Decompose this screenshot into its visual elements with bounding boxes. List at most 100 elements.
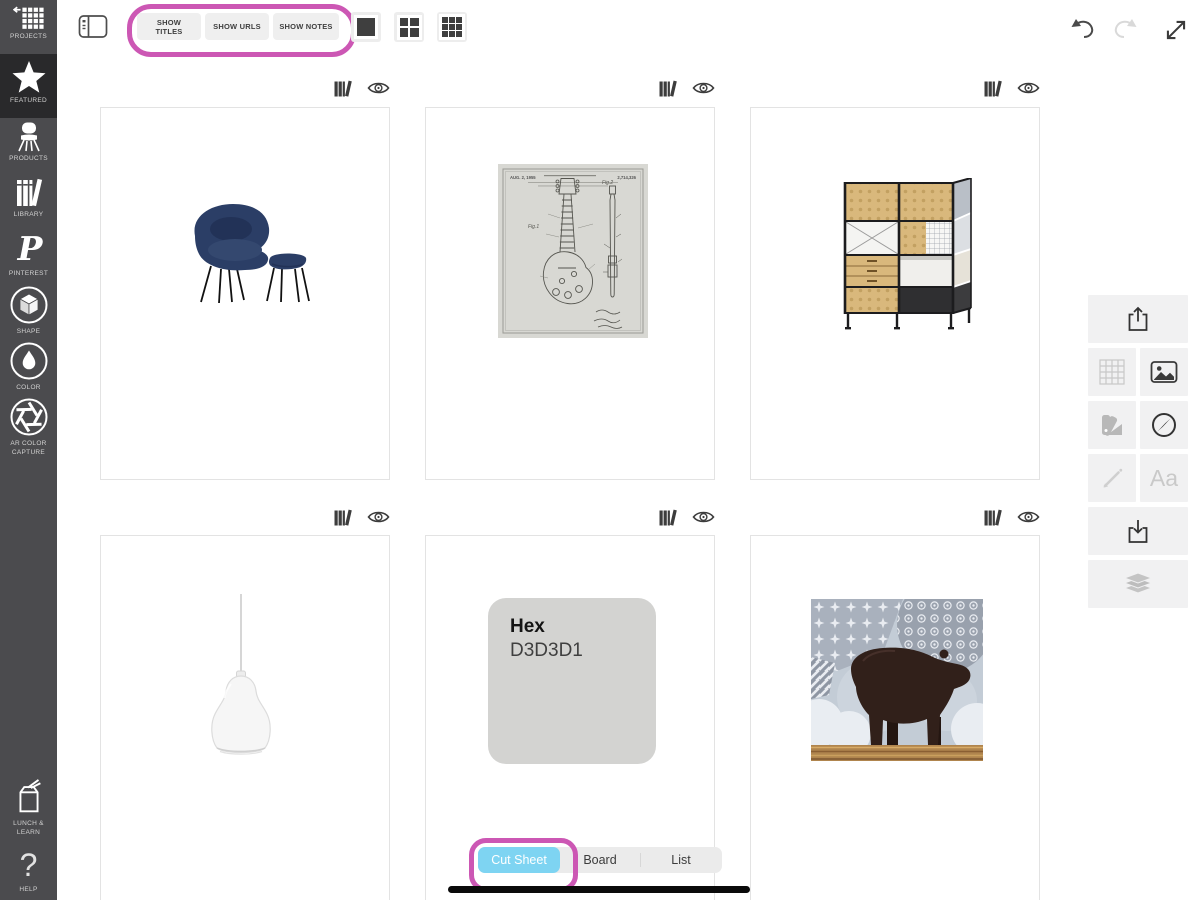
- text-tool-button[interactable]: Aa: [1140, 454, 1188, 502]
- download-button[interactable]: [1088, 507, 1188, 555]
- sidebar-item-label: PROJECTS: [3, 33, 55, 42]
- card-hex-swatch[interactable]: Hex D3D3D1: [425, 535, 715, 900]
- visibility-icon[interactable]: [367, 509, 390, 525]
- card-action-row: [750, 507, 1040, 527]
- share-button[interactable]: [1088, 295, 1188, 343]
- layers-button[interactable]: [1088, 560, 1188, 608]
- three-up-grid-view-button[interactable]: [437, 12, 467, 42]
- layers-icon: [1123, 572, 1153, 596]
- card-action-row: [425, 507, 715, 527]
- add-image-button[interactable]: [1140, 348, 1188, 396]
- two-up-grid-view-button[interactable]: [394, 12, 424, 42]
- segment-list[interactable]: List: [641, 847, 721, 873]
- svg-text:P: P: [16, 231, 43, 267]
- sidebar-item-label: PRODUCTS: [3, 155, 55, 164]
- share-icon: [1124, 305, 1152, 333]
- segment-board[interactable]: Board: [560, 847, 640, 873]
- fullscreen-expand-button[interactable]: [1161, 15, 1191, 45]
- guitar-patent-image: AUG. 2, 1955 2,714,326 Fig.1: [498, 164, 648, 338]
- compass-icon: [1150, 411, 1178, 439]
- visibility-icon[interactable]: [1017, 80, 1040, 96]
- app-window: PROJECTS FEATURED PRODUCTS: [0, 0, 1200, 900]
- segment-label: List: [671, 853, 690, 867]
- show-titles-button[interactable]: SHOW TITLES: [137, 13, 201, 40]
- sidebar-item-color[interactable]: COLOR: [0, 341, 57, 395]
- sidebar-item-products[interactable]: PRODUCTS: [0, 122, 57, 170]
- sidebar-item-label: AR COLOR CAPTURE: [3, 440, 55, 458]
- visibility-icon[interactable]: [692, 509, 715, 525]
- home-indicator[interactable]: [448, 886, 750, 893]
- sidebar-item-library[interactable]: LIBRARY: [0, 178, 57, 226]
- card-action-row: [425, 78, 715, 98]
- pendant-lamp-image: [204, 594, 278, 758]
- sidebar-item-label: FEATURED: [3, 97, 55, 106]
- svg-text:AUG. 2, 1955: AUG. 2, 1955: [510, 175, 536, 180]
- sidebar-item-help[interactable]: ? HELP: [0, 847, 57, 899]
- text-tool-label: Aa: [1150, 465, 1178, 492]
- svg-text:Fig.2: Fig.2: [602, 180, 613, 186]
- sidebar-item-label: HELP: [3, 886, 55, 895]
- cube-icon: [9, 285, 49, 325]
- star-icon: [11, 60, 47, 94]
- segment-label: Board: [583, 853, 616, 867]
- card-action-row: [750, 78, 1040, 98]
- visibility-icon[interactable]: [1017, 509, 1040, 525]
- browser-tool-button[interactable]: [1140, 401, 1188, 449]
- sidebar-item-pinterest[interactable]: P PINTEREST: [0, 231, 57, 283]
- download-icon: [1124, 517, 1152, 545]
- segment-cut-sheet[interactable]: Cut Sheet: [478, 847, 560, 873]
- add-to-library-icon[interactable]: [334, 509, 354, 526]
- chair-icon: [14, 122, 44, 152]
- draw-tool-button[interactable]: [1088, 454, 1136, 502]
- sidebar-item-featured[interactable]: FEATURED: [0, 54, 57, 118]
- add-to-library-icon[interactable]: [659, 80, 679, 97]
- sidebar-toggle-button[interactable]: [78, 13, 108, 41]
- sidebar: PROJECTS FEATURED PRODUCTS: [0, 0, 57, 900]
- sidebar-item-ar-color-capture[interactable]: AR COLOR CAPTURE: [0, 397, 57, 461]
- pencil-icon: [1099, 465, 1125, 491]
- add-to-library-icon[interactable]: [984, 509, 1004, 526]
- projects-grid-icon: [13, 6, 45, 30]
- sidebar-item-label: PINTEREST: [3, 270, 55, 279]
- swatch-label: Hex: [510, 616, 545, 638]
- svg-text:Fig.1: Fig.1: [528, 224, 539, 230]
- aperture-icon: [9, 397, 49, 437]
- library-books-icon: [14, 178, 44, 208]
- add-to-library-icon[interactable]: [659, 509, 679, 526]
- card-guitar-patent[interactable]: AUG. 2, 1955 2,714,326 Fig.1: [425, 107, 715, 480]
- segment-label: Cut Sheet: [491, 853, 547, 867]
- visibility-icon[interactable]: [692, 80, 715, 96]
- sidebar-item-lunch-and-learn[interactable]: LUNCH & LEARN: [0, 779, 57, 843]
- grid-icon: [1099, 359, 1125, 385]
- sidebar-item-projects[interactable]: PROJECTS: [0, 6, 57, 50]
- sidebar-item-label: LIBRARY: [3, 211, 55, 220]
- card-womb-chair[interactable]: [100, 107, 390, 480]
- image-icon: [1150, 358, 1178, 386]
- sidebar-item-label: COLOR: [3, 384, 55, 393]
- visibility-icon[interactable]: [367, 80, 390, 96]
- grid-tool-button[interactable]: [1088, 348, 1136, 396]
- add-to-library-icon[interactable]: [984, 80, 1004, 97]
- card-bear-photo[interactable]: [750, 535, 1040, 900]
- card-action-row: [100, 507, 390, 527]
- swatches-tool-button[interactable]: [1088, 401, 1136, 449]
- storage-unit-image: [829, 178, 979, 330]
- womb-chair-image: [181, 200, 323, 312]
- swatch-hex-value: D3D3D1: [510, 640, 583, 662]
- sidebar-item-label: SHAPE: [3, 328, 55, 337]
- sidebar-item-shape[interactable]: SHAPE: [0, 285, 57, 339]
- single-view-button[interactable]: [351, 12, 381, 42]
- undo-button[interactable]: [1070, 17, 1096, 43]
- card-action-row: [100, 78, 390, 98]
- svg-text:2,714,326: 2,714,326: [617, 175, 636, 180]
- card-pendant-lamp[interactable]: [100, 535, 390, 900]
- add-to-library-icon[interactable]: [334, 80, 354, 97]
- color-swatch: Hex D3D3D1: [488, 598, 656, 764]
- bear-sculpture-image: [811, 599, 983, 761]
- redo-button[interactable]: [1112, 17, 1138, 43]
- show-notes-button[interactable]: SHOW NOTES: [273, 13, 339, 40]
- sidebar-item-label: LUNCH & LEARN: [3, 820, 55, 838]
- card-storage-unit[interactable]: [750, 107, 1040, 480]
- pinterest-icon: P: [14, 231, 44, 267]
- show-urls-button[interactable]: SHOW URLS: [205, 13, 269, 40]
